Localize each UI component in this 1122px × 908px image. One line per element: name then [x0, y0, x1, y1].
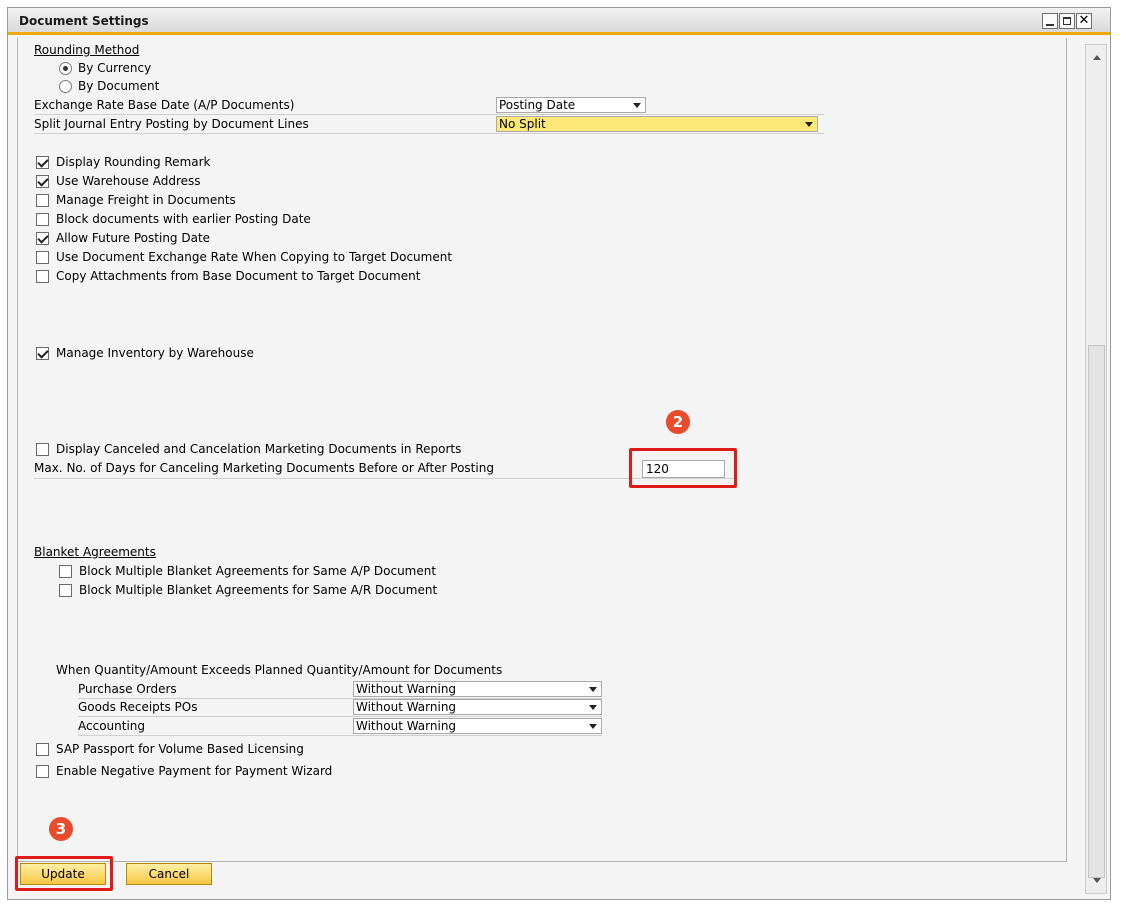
checkbox-use-doc-exchange-rate[interactable] [36, 251, 49, 264]
checkbox-label: Display Rounding Remark [56, 155, 211, 169]
window-title: Document Settings [19, 14, 149, 28]
dropdown-value: Without Warning [356, 700, 457, 714]
divider [78, 735, 602, 736]
split-journal-value: No Split [499, 117, 546, 131]
radio-by-document[interactable] [59, 80, 72, 93]
radio-by-currency[interactable] [59, 62, 72, 75]
checkbox-label: Block Multiple Blanket Agreements for Sa… [79, 583, 438, 597]
checkbox-label: Allow Future Posting Date [56, 231, 211, 245]
checkbox-label: Display Canceled and Cancelation Marketi… [56, 442, 462, 456]
chevron-down-icon [805, 122, 813, 127]
chevron-down-icon [589, 705, 597, 710]
scroll-down-icon[interactable] [1093, 878, 1101, 883]
close-icon[interactable]: ✕ [1076, 13, 1092, 29]
goods-receipts-dropdown[interactable]: Without Warning [353, 699, 602, 715]
checkbox-label: Manage Inventory by Warehouse [56, 346, 254, 360]
dropdown-value: Without Warning [356, 719, 457, 733]
document-settings-window: Document Settings ✕ Rounding Method By C… [7, 7, 1111, 900]
checkbox-negative-payment[interactable] [36, 765, 49, 778]
highlight-box-max-days [629, 448, 737, 488]
checkbox-sap-passport[interactable] [36, 743, 49, 756]
step-badge-2: 2 [666, 410, 690, 434]
title-bar: Document Settings ✕ [8, 8, 1110, 35]
exceeds-heading: When Quantity/Amount Exceeds Planned Qua… [56, 663, 503, 677]
vertical-scrollbar[interactable] [1085, 44, 1107, 894]
update-button[interactable]: Update [20, 863, 106, 885]
checkbox-manage-inventory[interactable] [36, 347, 49, 360]
dropdown-value: Without Warning [356, 682, 457, 696]
maximize-icon[interactable] [1059, 13, 1075, 29]
split-journal-dropdown[interactable]: No Split [496, 116, 818, 132]
radio-by-document-label: By Document [78, 79, 160, 93]
checkbox-label: Block documents with earlier Posting Dat… [56, 212, 311, 226]
minimize-icon[interactable] [1042, 13, 1058, 29]
purchase-orders-label: Purchase Orders [78, 682, 177, 696]
checkbox-label: Use Document Exchange Rate When Copying … [56, 250, 453, 264]
checkbox-label: Enable Negative Payment for Payment Wiza… [56, 764, 333, 778]
scroll-up-icon[interactable] [1093, 55, 1101, 60]
max-days-label: Max. No. of Days for Canceling Marketing… [34, 461, 494, 475]
checkbox-manage-freight[interactable] [36, 194, 49, 207]
step-badge-3: 3 [49, 817, 73, 841]
checkbox-allow-future-posting[interactable] [36, 232, 49, 245]
checkbox-label: Block Multiple Blanket Agreements for Sa… [79, 564, 437, 578]
divider [34, 114, 824, 115]
radio-by-currency-label: By Currency [78, 61, 152, 75]
checkbox-display-canceled-docs[interactable] [36, 443, 49, 456]
chevron-down-icon [589, 687, 597, 692]
rounding-method-heading: Rounding Method [34, 43, 140, 57]
exchange-rate-label: Exchange Rate Base Date (A/P Documents) [34, 98, 295, 112]
divider [34, 133, 824, 134]
checkbox-block-earlier-posting[interactable] [36, 213, 49, 226]
exchange-rate-dropdown[interactable]: Posting Date [496, 97, 646, 113]
blanket-agreements-heading: Blanket Agreements [34, 545, 156, 559]
checkbox-label: SAP Passport for Volume Based Licensing [56, 742, 304, 756]
accounting-label: Accounting [78, 719, 146, 733]
exchange-rate-value: Posting Date [499, 98, 576, 112]
purchase-orders-dropdown[interactable]: Without Warning [353, 681, 602, 697]
checkbox-label: Copy Attachments from Base Document to T… [56, 269, 421, 283]
checkbox-copy-attachments[interactable] [36, 270, 49, 283]
divider [78, 716, 602, 717]
checkbox-label: Manage Freight in Documents [56, 193, 236, 207]
checkbox-display-rounding-remark[interactable] [36, 156, 49, 169]
cancel-button[interactable]: Cancel [126, 863, 212, 885]
checkbox-use-warehouse-address[interactable] [36, 175, 49, 188]
checkbox-block-blanket-ap[interactable] [59, 565, 72, 578]
split-journal-label: Split Journal Entry Posting by Document … [34, 117, 309, 131]
goods-receipts-label: Goods Receipts POs [78, 700, 198, 714]
accounting-dropdown[interactable]: Without Warning [353, 718, 602, 734]
chevron-down-icon [589, 724, 597, 729]
chevron-down-icon [633, 103, 641, 108]
checkbox-block-blanket-ar[interactable] [59, 584, 72, 597]
checkbox-label: Use Warehouse Address [56, 174, 201, 188]
scrollbar-thumb[interactable] [1088, 345, 1105, 878]
